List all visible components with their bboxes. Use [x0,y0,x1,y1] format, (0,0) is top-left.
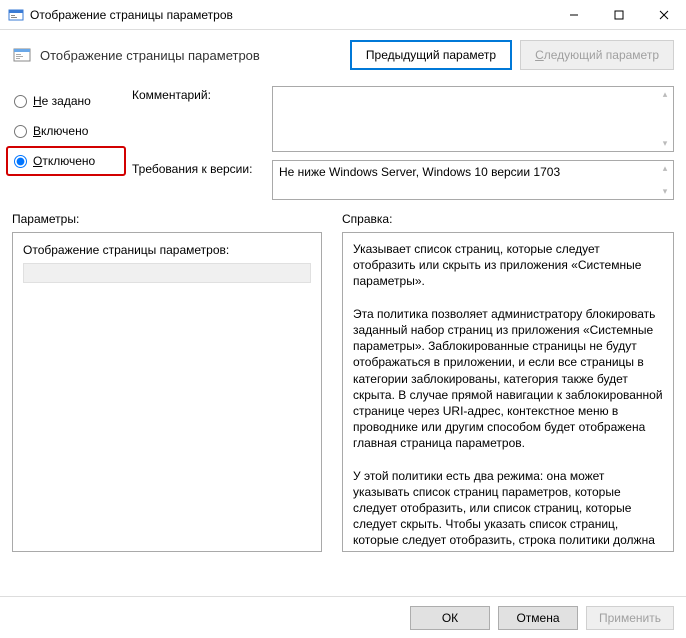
subheader: Отображение страницы параметров Предыдущ… [0,30,686,80]
parameters-panel: Отображение страницы параметров: [12,232,322,552]
apply-label: Применить [599,611,661,625]
app-icon [8,7,24,23]
cancel-label: Отмена [516,611,559,625]
radio-enabled-label: Включено [33,124,88,138]
policy-icon [12,45,32,65]
previous-setting-label: Предыдущий параметр [366,48,496,62]
radio-disabled-input[interactable] [14,155,27,168]
apply-button: Применить [586,606,674,630]
state-radio-group: Не задано Включено Отключено [12,86,120,200]
footer: ОК Отмена Применить [0,596,686,638]
next-setting-button: Следующий параметр [520,40,674,70]
help-text: Указывает список страниц, которые следуе… [353,242,666,552]
titlebar: Отображение страницы параметров [0,0,686,30]
radio-enabled-input[interactable] [14,125,27,138]
radio-disabled[interactable]: Отключено [6,146,126,176]
ok-label: ОК [442,611,458,625]
scroll-indicator: ▴▾ [659,89,671,149]
cancel-button[interactable]: Отмена [498,606,578,630]
help-section-label: Справка: [342,212,674,226]
comment-label: Комментарий: [132,86,262,102]
ok-button[interactable]: ОК [410,606,490,630]
requirements-label: Требования к версии: [132,160,262,176]
requirements-value: Не ниже Windows Server, Windows 10 верси… [279,165,560,179]
parameters-field-input[interactable] [23,263,311,283]
help-panel: Указывает список страниц, которые следуе… [342,232,674,552]
radio-not-configured-label: Не задано [33,94,91,108]
radio-not-configured[interactable]: Не задано [12,92,120,110]
requirements-box: Не ниже Windows Server, Windows 10 верси… [272,160,674,200]
comment-textarea[interactable]: ▴▾ [272,86,674,152]
previous-setting-button[interactable]: Предыдущий параметр [350,40,512,70]
radio-enabled[interactable]: Включено [12,122,120,140]
radio-not-configured-input[interactable] [14,95,27,108]
next-setting-label: Следующий параметр [535,48,659,62]
radio-disabled-label: Отключено [33,154,95,168]
parameters-section-label: Параметры: [12,212,322,226]
scroll-indicator: ▴▾ [659,163,671,197]
window-title: Отображение страницы параметров [30,8,551,22]
subheader-title: Отображение страницы параметров [40,48,342,63]
parameters-field-label: Отображение страницы параметров: [23,243,311,257]
close-button[interactable] [641,0,686,29]
minimize-button[interactable] [551,0,596,29]
maximize-button[interactable] [596,0,641,29]
